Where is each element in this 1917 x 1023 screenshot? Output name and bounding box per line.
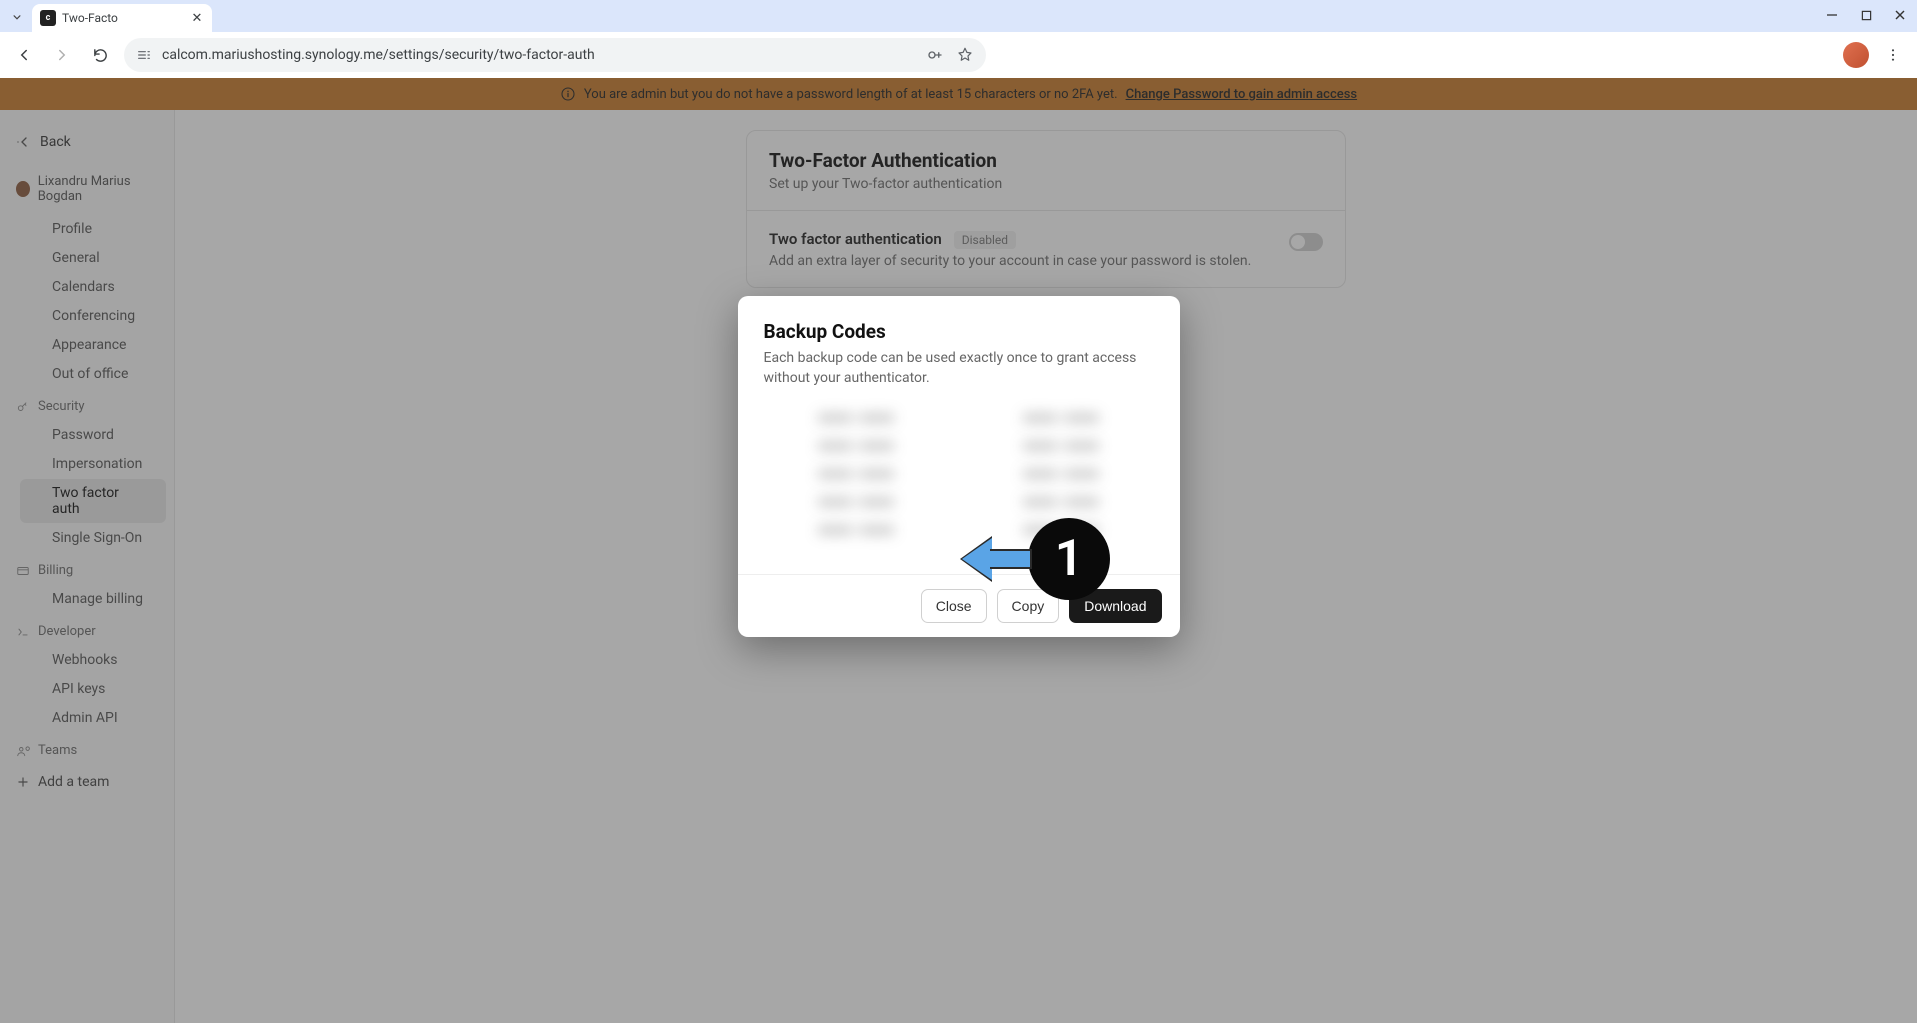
nav-reload-button[interactable] [86, 41, 114, 69]
bookmark-star-icon[interactable] [956, 46, 974, 64]
nav-forward-button[interactable] [48, 41, 76, 69]
backup-codes-modal: Backup Codes Each backup code can be use… [738, 296, 1180, 637]
reload-icon [92, 47, 109, 64]
modal-footer: Close Copy Download [738, 574, 1180, 637]
backup-code: xxxx-xxxx [784, 438, 929, 460]
window-minimize-button[interactable] [1823, 6, 1841, 24]
backup-code: xxxx-xxxx [989, 466, 1134, 488]
browser-menu-button[interactable] [1879, 47, 1907, 63]
browser-tab[interactable]: c Two-Facto ✕ [32, 4, 212, 32]
tabs-dropdown-button[interactable] [6, 6, 28, 28]
arrow-right-icon [53, 46, 71, 64]
arrow-left-icon [15, 46, 33, 64]
backup-code: xxxx-xxxx [989, 438, 1134, 460]
backup-codes-grid: xxxx-xxxx xxxx-xxxx xxxx-xxxx xxxx-xxxx … [764, 410, 1154, 554]
window-close-button[interactable] [1891, 6, 1909, 24]
download-button[interactable]: Download [1069, 589, 1161, 623]
dots-vertical-icon [1885, 47, 1901, 63]
modal-description: Each backup code can be used exactly onc… [764, 349, 1154, 388]
tab-favicon: c [40, 10, 56, 26]
window-maximize-button[interactable] [1857, 6, 1875, 24]
modal-title: Backup Codes [764, 320, 1154, 343]
modal-overlay[interactable]: Backup Codes Each backup code can be use… [0, 78, 1917, 1023]
url-text: calcom.mariushosting.synology.me/setting… [162, 47, 916, 63]
backup-code: xxxx-xxxx [989, 494, 1134, 516]
browser-toolbar: calcom.mariushosting.synology.me/setting… [0, 32, 1917, 78]
backup-code: xxxx-xxxx [784, 494, 929, 516]
backup-code: xxxx-xxxx [989, 522, 1134, 544]
page: You are admin but you do not have a pass… [0, 78, 1917, 1023]
address-bar[interactable]: calcom.mariushosting.synology.me/setting… [124, 38, 986, 72]
window-controls [1823, 6, 1909, 24]
tab-title: Two-Facto [62, 11, 184, 25]
site-settings-icon[interactable] [136, 47, 152, 63]
copy-button[interactable]: Copy [997, 589, 1060, 623]
chevron-down-icon [10, 10, 24, 24]
password-key-icon[interactable] [926, 46, 944, 64]
backup-code: xxxx-xxxx [989, 410, 1134, 432]
close-button[interactable]: Close [921, 589, 987, 623]
backup-code: xxxx-xxxx [784, 410, 929, 432]
backup-code: xxxx-xxxx [784, 466, 929, 488]
tab-close-button[interactable]: ✕ [190, 11, 204, 25]
browser-chrome: c Two-Facto ✕ calcom.mariushosting.synol… [0, 0, 1917, 78]
backup-code: xxxx-xxxx [784, 522, 929, 544]
profile-avatar-button[interactable] [1843, 42, 1869, 68]
tab-bar: c Two-Facto ✕ [0, 0, 1917, 32]
nav-back-button[interactable] [10, 41, 38, 69]
